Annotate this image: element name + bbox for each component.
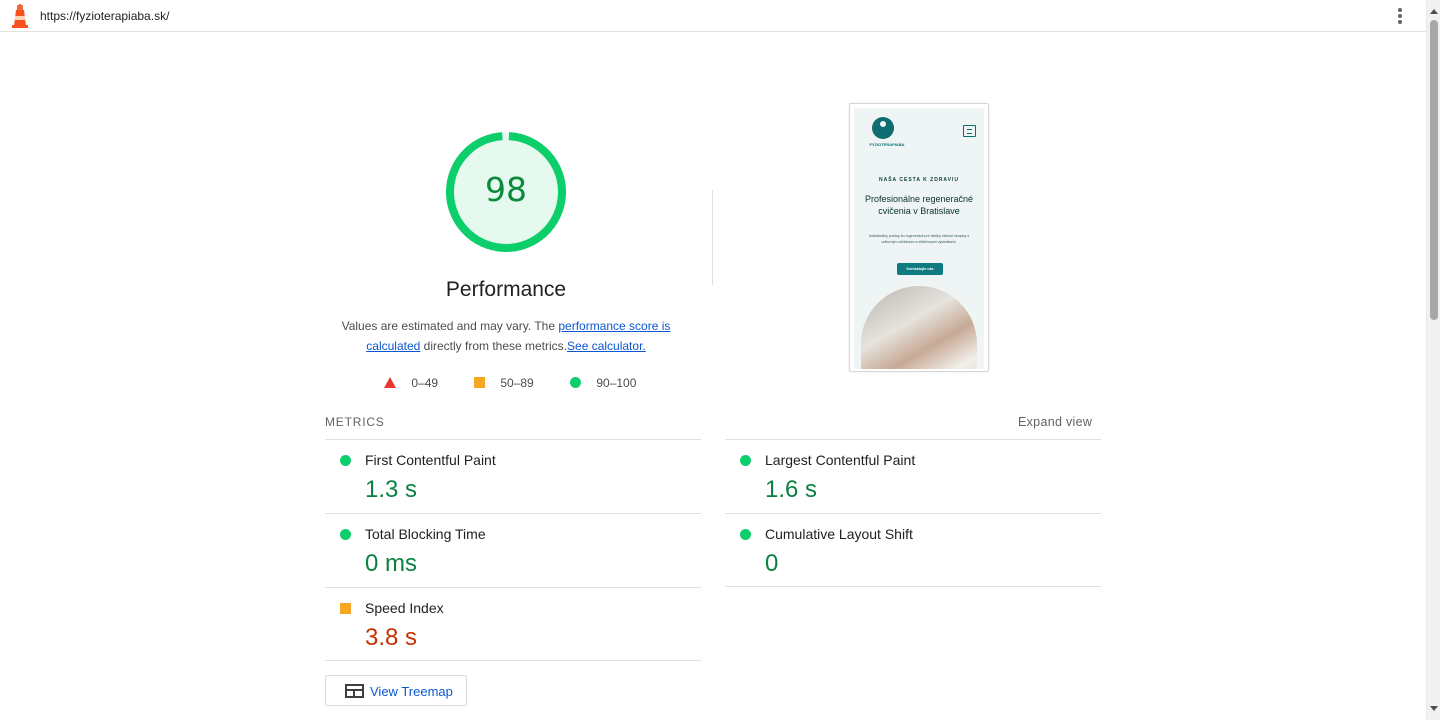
metric-label: Largest Contentful Paint xyxy=(765,452,916,468)
red-triangle-icon xyxy=(384,377,396,388)
lighthouse-icon xyxy=(12,4,28,28)
description-prefix: Values are estimated and may vary. The xyxy=(341,319,559,333)
metric-speed-index: Speed Index 3.8 s xyxy=(325,587,701,661)
gauge-title: Performance xyxy=(445,278,567,301)
green-circle-icon xyxy=(340,455,351,466)
page-url: https://fyzioterapiaba.sk/ xyxy=(40,9,170,23)
metric-label: Cumulative Layout Shift xyxy=(765,526,913,542)
metric-value: 1.6 s xyxy=(765,476,818,503)
site-eyebrow: NAŠA CESTA K ZDRAVIU xyxy=(879,177,959,183)
expand-view-toggle[interactable]: Expand view xyxy=(1018,415,1092,429)
view-treemap-button[interactable]: View Treemap xyxy=(325,675,467,706)
screenshot-page: FYZIOTERAPIABA NAŠA CESTA K ZDRAVIU Prof… xyxy=(854,108,984,369)
legend-range: 50–89 xyxy=(500,376,534,390)
green-circle-icon xyxy=(740,529,751,540)
green-circle-icon xyxy=(570,377,581,388)
metric-label: First Contentful Paint xyxy=(365,452,496,468)
score-description: Values are estimated and may vary. The p… xyxy=(336,316,676,356)
green-circle-icon xyxy=(340,529,351,540)
scroll-thumb[interactable] xyxy=(1430,20,1438,320)
orange-square-icon xyxy=(340,603,351,614)
hamburger-menu-icon xyxy=(963,125,976,137)
see-calculator-link[interactable]: See calculator. xyxy=(567,339,646,353)
vertical-divider xyxy=(712,190,713,285)
site-headline: Profesionálne regeneračné cvičenia v Bra… xyxy=(864,194,974,216)
legend-item-pass: 90–100 xyxy=(570,374,636,392)
treemap-label: View Treemap xyxy=(370,684,453,699)
metric-label: Speed Index xyxy=(365,600,444,616)
metric-first-contentful-paint: First Contentful Paint 1.3 s xyxy=(325,439,701,513)
metric-value: 1.3 s xyxy=(365,476,418,503)
final-screenshot[interactable]: FYZIOTERAPIABA NAŠA CESTA K ZDRAVIU Prof… xyxy=(849,103,989,372)
legend-range: 90–100 xyxy=(596,376,637,390)
metric-cumulative-layout-shift: Cumulative Layout Shift 0 xyxy=(725,513,1101,587)
top-bar: https://fyzioterapiaba.sk/ xyxy=(0,0,1426,32)
site-brand: FYZIOTERAPIABA xyxy=(869,142,905,147)
legend-item-average: 50–89 xyxy=(474,374,534,392)
treemap-icon xyxy=(345,684,364,698)
performance-gauge[interactable]: 98 xyxy=(445,131,567,253)
metric-total-blocking-time: Total Blocking Time 0 ms xyxy=(325,513,701,587)
site-logo-icon xyxy=(872,117,894,139)
legend-range: 0–49 xyxy=(411,376,439,390)
legend-item-fail: 0–49 xyxy=(384,374,438,392)
site-body-text: Individuálny prístup ku regenerácii pre … xyxy=(868,234,970,244)
metric-label: Total Blocking Time xyxy=(365,526,486,542)
description-middle: directly from these metrics. xyxy=(420,339,568,353)
metric-largest-contentful-paint: Largest Contentful Paint 1.6 s xyxy=(725,439,1101,513)
metric-value: 3.8 s xyxy=(365,624,418,651)
site-hero-photo xyxy=(861,286,977,369)
scroll-down-arrow-icon[interactable] xyxy=(1430,706,1438,711)
site-cta-button: Kontaktujte nás xyxy=(897,263,943,275)
green-circle-icon xyxy=(740,455,751,466)
gauge-score: 98 xyxy=(485,170,527,209)
metric-value: 0 xyxy=(765,550,779,577)
scroll-up-arrow-icon[interactable] xyxy=(1430,9,1438,14)
metrics-header: METRICS xyxy=(325,415,385,429)
more-vert-icon[interactable] xyxy=(1393,6,1407,26)
metric-value: 0 ms xyxy=(365,550,418,577)
orange-square-icon xyxy=(474,377,485,388)
vertical-scrollbar[interactable] xyxy=(1426,0,1440,720)
